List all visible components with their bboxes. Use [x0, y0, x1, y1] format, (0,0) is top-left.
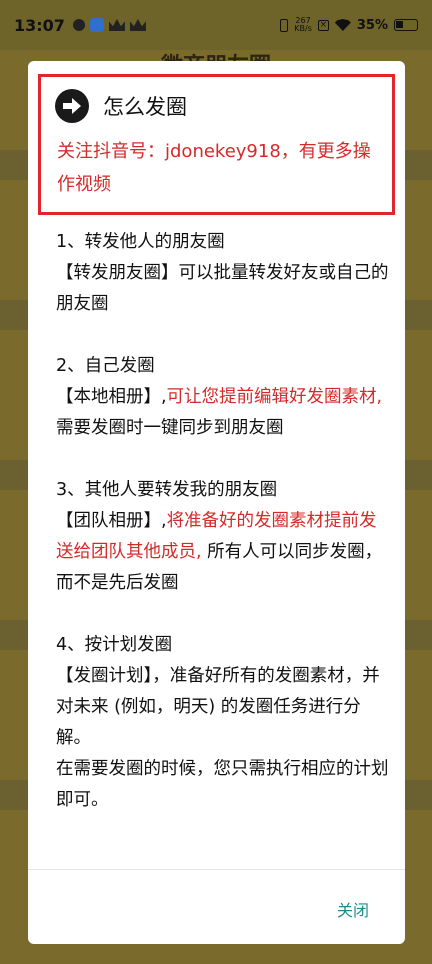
- section-text: 需要发圈时一键同步到朋友圈: [56, 418, 284, 438]
- section-heading: 3、其他人要转发我的朋友圈: [56, 480, 278, 500]
- wifi-icon: [334, 19, 351, 31]
- douyin-notice: 关注抖音号：jdonekey918，有更多操作视频: [57, 141, 371, 195]
- section-text: 【发圈计划】，准备好所有的发圈素材，并对未来 (例如，明天) 的发圈任务进行分解…: [56, 666, 380, 748]
- battery-text: 35%: [356, 17, 388, 33]
- status-time: 13:07: [14, 15, 65, 35]
- section-heading: 2、自己发圈: [56, 356, 155, 376]
- section-body: 【团队相册】,将准备好的发圈素材提前发送给团队其他成员, 所有人可以同步发圈，而…: [56, 506, 392, 599]
- dialog-content: 1、转发他人的朋友圈 【转发朋友圈】可以批量转发好友或自己的朋友圈 2、自己发圈…: [56, 227, 392, 847]
- status-right: 267 KB/s × 35%: [280, 17, 418, 33]
- crown-notification-icon: [108, 19, 125, 31]
- dialog-header: 怎么发圈: [55, 89, 392, 123]
- highlight-box: 怎么发圈 关注抖音号：jdonekey918，有更多操作视频: [38, 74, 395, 215]
- section-forward-others: 1、转发他人的朋友圈 【转发朋友圈】可以批量转发好友或自己的朋友圈: [56, 227, 392, 320]
- battery-icon: [394, 19, 418, 31]
- arrow-right-icon: [55, 89, 89, 123]
- network-speed-unit: KB/s: [294, 24, 312, 33]
- section-text: 【团队相册】,: [56, 511, 167, 531]
- network-speed: 267 KB/s: [294, 17, 312, 33]
- section-post-self: 2、自己发圈 【本地相册】,可让您提前编辑好发圈素材, 需要发圈时一键同步到朋友…: [56, 351, 392, 444]
- how-to-post-dialog: 怎么发圈 关注抖音号：jdonekey918，有更多操作视频 1、转发他人的朋友…: [28, 61, 405, 944]
- status-bar: 13:07 267 KB/s × 35%: [0, 0, 432, 50]
- vibrate-icon: [280, 18, 289, 32]
- crown-notification-icon-2: [129, 19, 146, 31]
- section-heading: 4、按计划发圈: [56, 635, 173, 655]
- section-team-forward: 3、其他人要转发我的朋友圈 【团队相册】,将准备好的发圈素材提前发送给团队其他成…: [56, 475, 392, 599]
- section-heading: 1、转发他人的朋友圈: [56, 232, 225, 252]
- section-text-highlight: 可让您提前编辑好发圈素材,: [166, 387, 383, 407]
- app-notification-icon: [72, 19, 85, 31]
- section-text: 【本地相册】,: [56, 387, 167, 407]
- close-button[interactable]: 关闭: [337, 897, 369, 921]
- notification-icons: [72, 18, 151, 32]
- section-body: 【本地相册】,可让您提前编辑好发圈素材, 需要发圈时一键同步到朋友圈: [56, 382, 392, 444]
- section-text: 在需要发圈的时候，您只需执行相应的计划即可。: [56, 759, 389, 810]
- paw-notification-icon: [89, 18, 104, 32]
- section-scheduled-post: 4、按计划发圈 【发圈计划】，准备好所有的发圈素材，并对未来 (例如，明天) 的…: [56, 630, 392, 816]
- footer-divider: [28, 869, 405, 870]
- section-text: 【转发朋友圈】可以批量转发好友或自己的朋友圈: [56, 263, 389, 314]
- dialog-title: 怎么发圈: [103, 95, 187, 119]
- no-signal-icon: ×: [317, 19, 329, 31]
